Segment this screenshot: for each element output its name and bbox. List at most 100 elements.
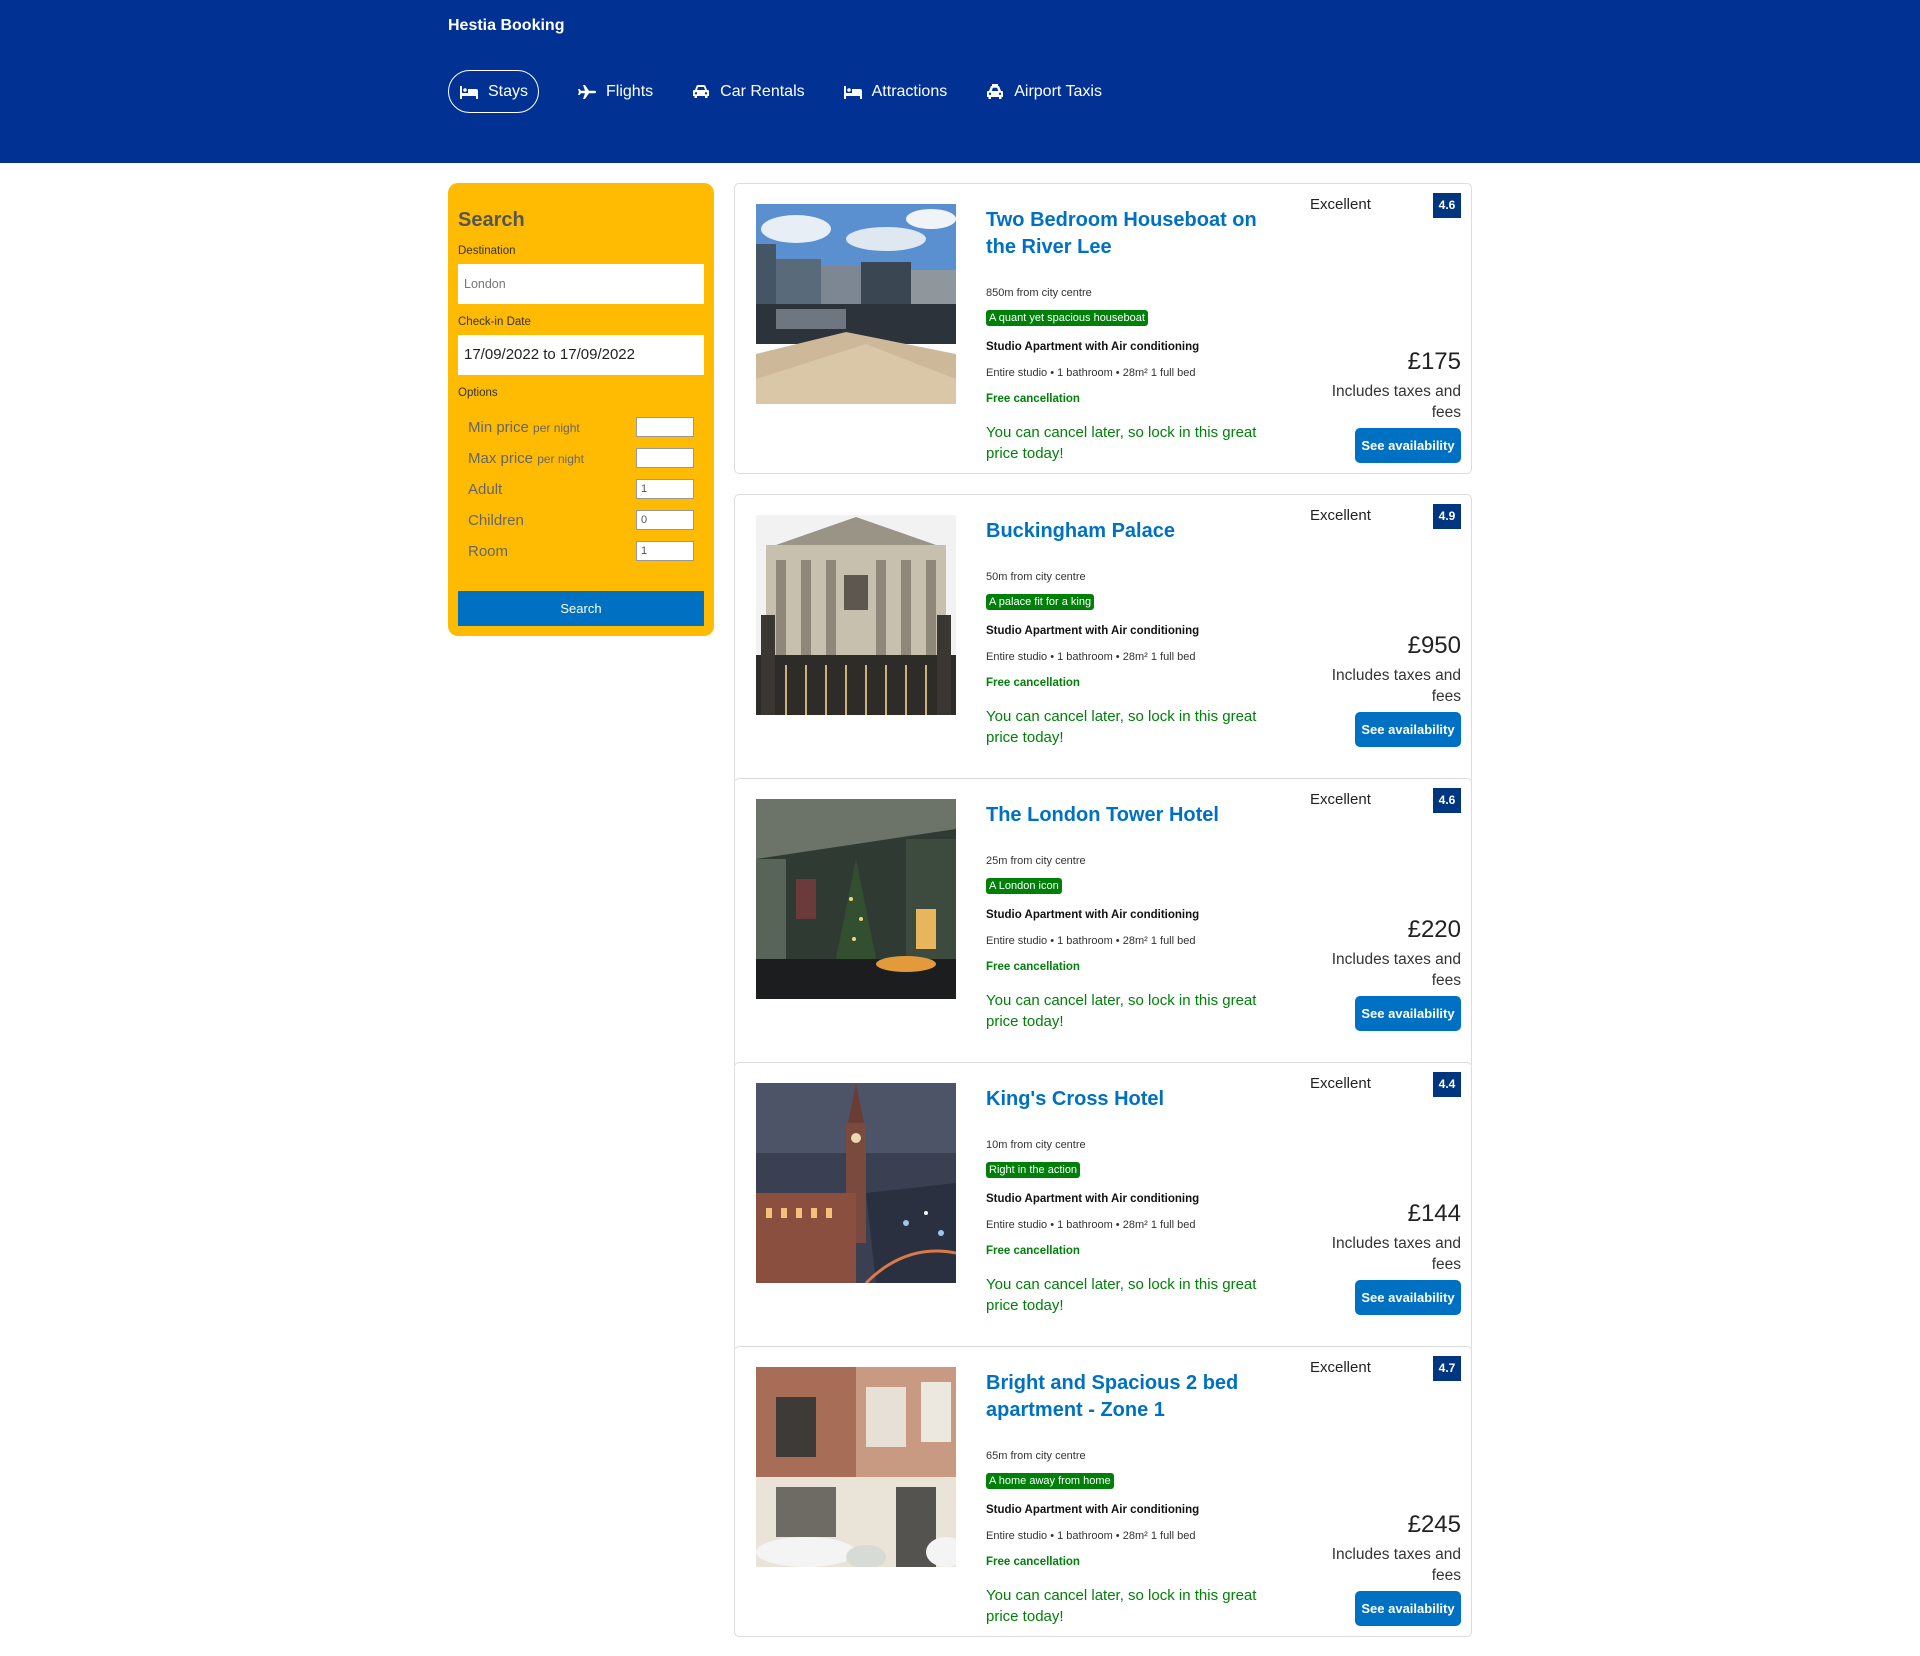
room-features: Entire studio • 1 bathroom • 28m² 1 full…	[986, 1530, 1196, 1542]
destination-input[interactable]	[458, 264, 704, 304]
option-label: Room	[468, 542, 509, 560]
distance-text: 850m from city centre	[986, 287, 1092, 299]
search-title: Search	[458, 209, 525, 231]
nav-item-attractions[interactable]: Attractions	[843, 70, 947, 113]
price: £175	[1407, 348, 1461, 375]
option-adult: Adult	[468, 479, 694, 499]
option-label: Min price per night	[468, 418, 580, 436]
adult-input[interactable]	[636, 479, 694, 499]
hotel-title-link[interactable]: Bright and Spacious 2 bed apartment - Zo…	[986, 1370, 1276, 1424]
room-features: Entire studio • 1 bathroom • 28m² 1 full…	[986, 935, 1196, 947]
result-card: Bright and Spacious 2 bed apartment - Zo…	[734, 1346, 1472, 1637]
room-subtitle: Studio Apartment with Air conditioning	[986, 625, 1200, 637]
result-card: King's Cross Hotel 10m from city centre …	[734, 1062, 1472, 1353]
see-availability-button[interactable]: See availability	[1355, 996, 1461, 1031]
children-input[interactable]	[636, 510, 694, 530]
free-cancellation-text: Free cancellation	[986, 1556, 1080, 1568]
price: £220	[1407, 916, 1461, 943]
destination-label: Destination	[458, 245, 516, 257]
tax-note: Includes taxes and fees	[1331, 1235, 1461, 1273]
highlight-badge: A palace fit for a king	[986, 594, 1095, 610]
rating-badge: 4.7	[1433, 1356, 1461, 1381]
hotel-image	[756, 1367, 956, 1567]
cancellation-note: You can cancel later, so lock in this gr…	[986, 1276, 1257, 1314]
top-header: Hestia Booking Stays Flights Car Rentals…	[0, 0, 1920, 163]
tax-note: Includes taxes and fees	[1331, 1546, 1461, 1584]
result-card: Buckingham Palace 50m from city centre A…	[734, 494, 1472, 785]
nav-item-stays[interactable]: Stays	[448, 70, 540, 113]
option-label: Children	[468, 511, 524, 529]
nav-label: Flights	[606, 82, 654, 100]
price: £144	[1407, 1200, 1461, 1227]
price: £245	[1407, 1511, 1461, 1538]
room-subtitle: Studio Apartment with Air conditioning	[986, 1504, 1200, 1516]
distance-text: 50m from city centre	[986, 571, 1086, 583]
search-button[interactable]: Search	[458, 591, 704, 626]
tax-note: Includes taxes and fees	[1331, 383, 1461, 421]
nav-label: Car Rentals	[720, 82, 805, 100]
room-subtitle: Studio Apartment with Air conditioning	[986, 341, 1200, 353]
rating-label: Excellent	[1310, 791, 1371, 808]
option-min-price: Min price per night	[468, 417, 694, 437]
room-subtitle: Studio Apartment with Air conditioning	[986, 1193, 1200, 1205]
highlight-badge: A London icon	[986, 878, 1062, 894]
option-children: Children	[468, 510, 694, 530]
rating-badge: 4.6	[1433, 193, 1461, 218]
option-room: Room	[468, 541, 694, 561]
hotel-title-link[interactable]: Two Bedroom Houseboat on the River Lee	[986, 207, 1276, 261]
see-availability-button[interactable]: See availability	[1355, 428, 1461, 463]
nav-label: Stays	[488, 82, 529, 100]
result-card: The London Tower Hotel 25m from city cen…	[734, 778, 1472, 1069]
cancellation-note: You can cancel later, so lock in this gr…	[986, 1587, 1257, 1625]
main-nav: Stays Flights Car Rentals Attractions Ai…	[448, 70, 1140, 113]
rating-badge: 4.9	[1433, 504, 1461, 529]
max-price-input[interactable]	[636, 448, 694, 468]
room-subtitle: Studio Apartment with Air conditioning	[986, 909, 1200, 921]
checkin-date-field[interactable]: 17/09/2022 to 17/09/2022	[458, 335, 704, 375]
hotel-image	[756, 799, 956, 999]
cancellation-note: You can cancel later, so lock in this gr…	[986, 992, 1257, 1030]
hotel-title-link[interactable]: King's Cross Hotel	[986, 1086, 1276, 1113]
min-price-input[interactable]	[636, 417, 694, 437]
car-icon	[693, 84, 710, 98]
highlight-badge: Right in the action	[986, 1162, 1081, 1178]
nav-item-car-rentals[interactable]: Car Rentals	[691, 70, 805, 113]
hotel-title-link[interactable]: The London Tower Hotel	[986, 802, 1276, 829]
free-cancellation-text: Free cancellation	[986, 393, 1080, 405]
taxi-icon	[987, 83, 1004, 99]
hotel-title-link[interactable]: Buckingham Palace	[986, 518, 1276, 545]
see-availability-button[interactable]: See availability	[1355, 712, 1461, 747]
see-availability-button[interactable]: See availability	[1355, 1280, 1461, 1315]
option-label: Max price per night	[468, 449, 584, 467]
nav-label: Airport Taxis	[1014, 82, 1102, 100]
hotel-image	[756, 1083, 956, 1283]
distance-text: 10m from city centre	[986, 1139, 1086, 1151]
room-features: Entire studio • 1 bathroom • 28m² 1 full…	[986, 367, 1196, 379]
room-features: Entire studio • 1 bathroom • 28m² 1 full…	[986, 1219, 1196, 1231]
free-cancellation-text: Free cancellation	[986, 961, 1080, 973]
tax-note: Includes taxes and fees	[1331, 951, 1461, 989]
checkin-label: Check-in Date	[458, 316, 531, 328]
hotel-image	[756, 515, 956, 715]
nav-item-airport-taxis[interactable]: Airport Taxis	[985, 70, 1102, 113]
nav-item-flights[interactable]: Flights	[577, 70, 653, 113]
cancellation-note: You can cancel later, so lock in this gr…	[986, 424, 1257, 462]
search-panel: Search Destination Check-in Date 17/09/2…	[448, 183, 714, 636]
distance-text: 65m from city centre	[986, 1450, 1086, 1462]
rating-label: Excellent	[1310, 196, 1371, 213]
free-cancellation-text: Free cancellation	[986, 677, 1080, 689]
hotel-image	[756, 204, 956, 404]
price: £950	[1407, 632, 1461, 659]
see-availability-button[interactable]: See availability	[1355, 1591, 1461, 1626]
free-cancellation-text: Free cancellation	[986, 1245, 1080, 1257]
cancellation-note: You can cancel later, so lock in this gr…	[986, 708, 1257, 746]
option-label: Adult	[468, 480, 503, 498]
result-card: Two Bedroom Houseboat on the River Lee 8…	[734, 183, 1472, 474]
bed-icon	[843, 85, 862, 99]
brand-logo[interactable]: Hestia Booking	[448, 17, 564, 35]
bed-icon	[460, 85, 478, 99]
highlight-badge: A quant yet spacious houseboat	[986, 310, 1148, 326]
room-input[interactable]	[636, 541, 694, 561]
distance-text: 25m from city centre	[986, 855, 1086, 867]
rating-badge: 4.4	[1433, 1072, 1461, 1097]
